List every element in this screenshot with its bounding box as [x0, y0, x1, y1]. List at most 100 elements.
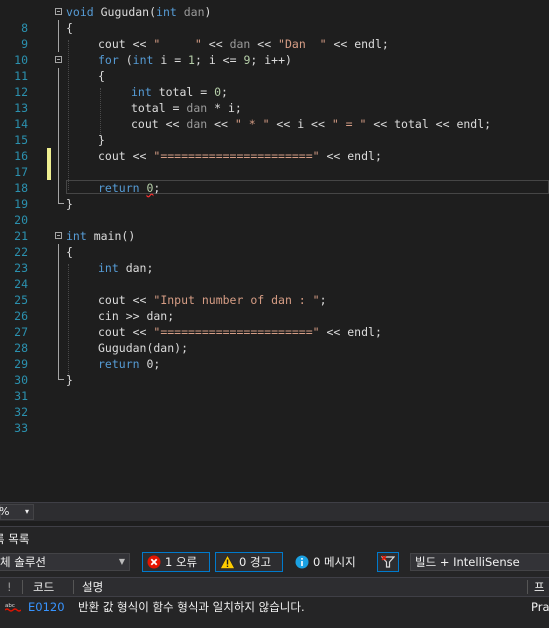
info-icon — [295, 555, 309, 569]
code-line: 29 Gugudan(dan); — [0, 340, 549, 371]
keyword: return — [98, 357, 140, 371]
code-token: dan; — [118, 261, 154, 275]
messages-count-label: 0 메시지 — [313, 555, 356, 569]
collapse-toggle-icon[interactable] — [55, 56, 62, 63]
code-token: cout << — [98, 149, 154, 163]
code-editor[interactable]: 8 void Gugudan(int dan) 9 { 10 cout << "… — [0, 0, 549, 500]
code-line: 11 for (int i = 1; i <= 9; i++) — [0, 52, 549, 83]
number-literal: 0 — [214, 85, 222, 99]
column-header-project[interactable]: 프 — [534, 578, 545, 596]
string-literal: " * " — [234, 117, 270, 131]
fold-gutter-end — [58, 372, 64, 380]
code-line: 33 — [0, 404, 549, 435]
code-token: ( — [118, 53, 133, 67]
warnings-count-label: 0 경고 — [239, 555, 272, 569]
collapse-toggle-icon[interactable] — [55, 8, 62, 15]
code-line: 14 total = dan * i; — [0, 100, 549, 131]
code-token: cout << — [98, 37, 154, 51]
errors-filter-button[interactable]: 1 오류 — [142, 552, 210, 572]
fold-gutter-line — [58, 276, 59, 292]
string-literal: "======================" — [153, 149, 320, 163]
fold-gutter-line — [58, 148, 59, 164]
code-line: 20 } — [0, 196, 549, 227]
code-token: 0; — [139, 357, 161, 371]
editor-status-bar: % ▾ — [0, 502, 549, 521]
column-header-code[interactable]: 코드 — [33, 578, 54, 596]
code-line: 27 cin >> dan; — [0, 308, 549, 339]
zoom-level-dropdown[interactable]: % ▾ — [0, 504, 34, 520]
code-token: << — [250, 37, 279, 51]
string-literal: "Dan " — [278, 37, 327, 51]
panel-title: 록 목록 — [0, 532, 30, 546]
keyword: int — [131, 85, 152, 99]
code-token: { — [66, 245, 73, 259]
scope-dropdown-value: 체 솔루션 — [0, 555, 46, 569]
code-token: ) — [204, 5, 212, 19]
keyword: int — [66, 229, 87, 243]
code-line: 32 — [0, 388, 549, 419]
code-line: 15 cout << dan << " * " << i << " = " <<… — [0, 116, 549, 147]
messages-filter-button[interactable]: 0 메시지 — [290, 552, 370, 572]
warnings-filter-button[interactable]: 0 경고 — [215, 552, 283, 572]
error-list-header: ! 코드 설명 프 — [0, 577, 549, 597]
code-token: total = — [151, 85, 215, 99]
svg-text:abc: abc — [5, 603, 15, 609]
collapse-toggle-icon[interactable] — [55, 232, 62, 239]
code-token: << i << — [269, 117, 332, 131]
error-description: 반환 값 형식이 함수 형식과 일치하지 않습니다. — [78, 600, 305, 614]
fold-gutter-line — [58, 244, 59, 260]
code-token: ; — [221, 85, 228, 99]
parameter: dan — [186, 101, 208, 115]
build-source-value: 빌드 + IntelliSense — [415, 555, 520, 569]
error-project: Pra — [531, 600, 549, 614]
error-icon — [147, 555, 161, 569]
function-name: Gugudan( — [93, 5, 157, 19]
column-divider — [73, 580, 74, 594]
code-token: ; i++) — [250, 53, 292, 67]
column-divider — [22, 580, 23, 594]
code-token: { — [98, 69, 105, 83]
code-line: 23 { — [0, 244, 549, 275]
zoom-level-value: % — [0, 505, 10, 518]
filter-toggle-button[interactable] — [377, 552, 399, 572]
code-token: ; i <= — [194, 53, 244, 67]
code-line: 19 return 0; — [0, 180, 549, 211]
code-token: cout << — [131, 117, 187, 131]
keyword: int — [98, 261, 119, 275]
keyword: for — [98, 53, 119, 67]
error-list-panel: 록 목록 체 솔루션 ▼ 1 오류 0 경고 — [0, 526, 549, 628]
code-token: i = — [153, 53, 189, 67]
code-line: 31 } — [0, 372, 549, 403]
fold-gutter-line — [58, 116, 59, 132]
sort-icon[interactable]: ! — [7, 578, 12, 596]
change-marker — [47, 148, 51, 164]
change-marker — [47, 164, 51, 180]
fold-gutter-line — [58, 292, 59, 308]
keyword: return — [98, 181, 140, 195]
code-token: } — [66, 197, 73, 211]
fold-gutter-end — [58, 196, 64, 204]
fold-gutter-line — [58, 308, 59, 324]
fold-gutter-line — [58, 180, 59, 196]
fold-gutter-line — [58, 260, 59, 276]
code-token: << — [207, 117, 235, 131]
code-line: 22 int main() — [0, 228, 549, 259]
code-line: 28 cout << "======================" << e… — [0, 324, 549, 355]
column-header-description[interactable]: 설명 — [82, 578, 103, 596]
intellisense-error-icon: abc — [5, 603, 21, 612]
fold-gutter-line — [58, 340, 59, 356]
fold-gutter-line — [58, 356, 59, 372]
code-token: << endl; — [319, 149, 382, 163]
error-code-link[interactable]: E0120 — [28, 597, 65, 617]
code-token: Gugudan(dan); — [98, 341, 189, 355]
code-token: << total << endl; — [366, 117, 492, 131]
code-line: 25 — [0, 276, 549, 307]
table-row[interactable]: abc E0120 반환 값 형식이 함수 형식과 일치하지 않습니다. Pra — [0, 597, 549, 617]
fold-gutter-line — [58, 68, 59, 84]
parameter: dan — [229, 37, 251, 51]
code-line: 26 cout << "Input number of dan : "; — [0, 292, 549, 323]
line-number: 33 — [14, 421, 28, 435]
scope-dropdown[interactable]: 체 솔루션 ▼ — [0, 553, 130, 571]
string-literal: "Input number of dan : " — [153, 293, 320, 307]
build-source-dropdown[interactable]: 빌드 + IntelliSense — [410, 553, 549, 571]
